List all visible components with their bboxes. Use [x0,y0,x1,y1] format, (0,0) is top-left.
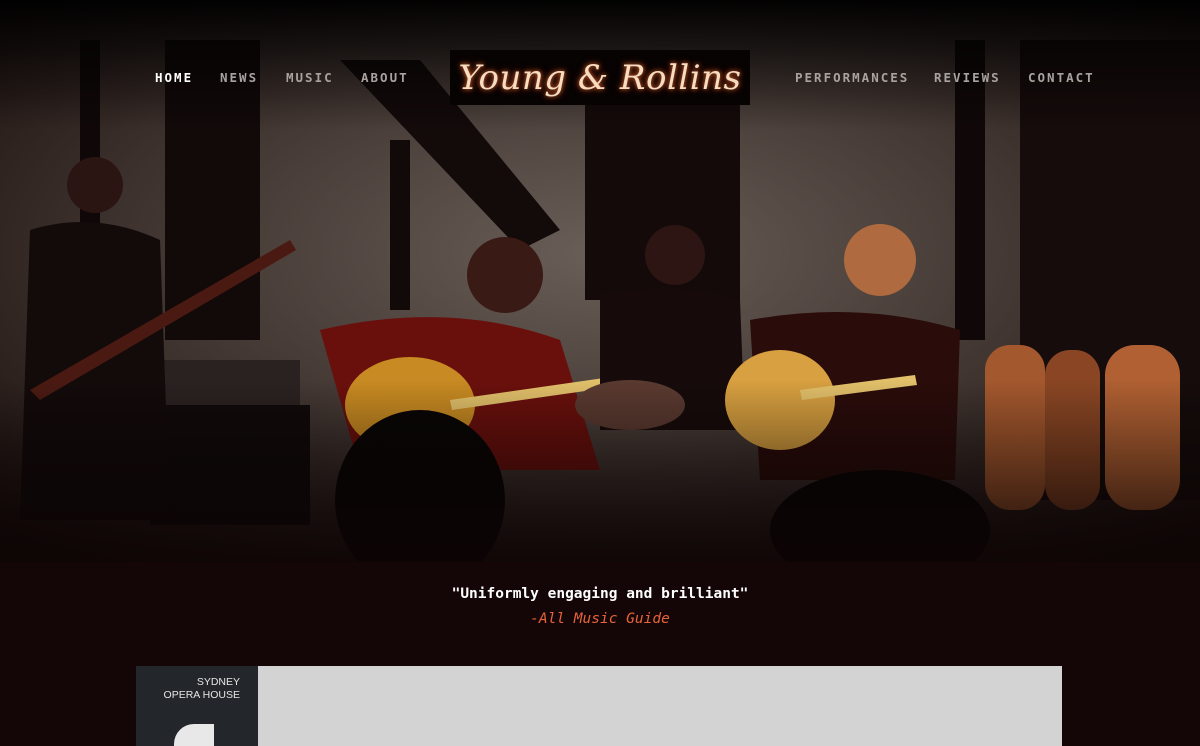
nav-home[interactable]: HOME [155,70,193,85]
testimonial-attribution: -All Music Guide [530,611,670,627]
sail-icon [174,724,214,746]
logo-text: Young & Rollins [458,57,742,98]
site-logo[interactable]: Young & Rollins [450,50,750,105]
nav-about[interactable]: ABOUT [361,70,409,85]
nav-music[interactable]: MUSIC [286,70,334,85]
opera-house-poster[interactable]: SYDNEY OPERA HOUSE [136,666,258,746]
nav-reviews[interactable]: REVIEWS [934,70,1001,85]
nav-contact[interactable]: CONTACT [1028,70,1095,85]
poster-text: SYDNEY OPERA HOUSE [163,676,240,701]
nav-performances[interactable]: PERFORMANCES [795,70,909,85]
promo-banner[interactable]: SYDNEY OPERA HOUSE [136,666,1062,746]
testimonial-quote: "Uniformly engaging and brilliant" [451,586,749,602]
nav-news[interactable]: NEWS [220,70,258,85]
hero-banner: HOME NEWS MUSIC ABOUT Young & Rollins PE… [0,0,1200,562]
